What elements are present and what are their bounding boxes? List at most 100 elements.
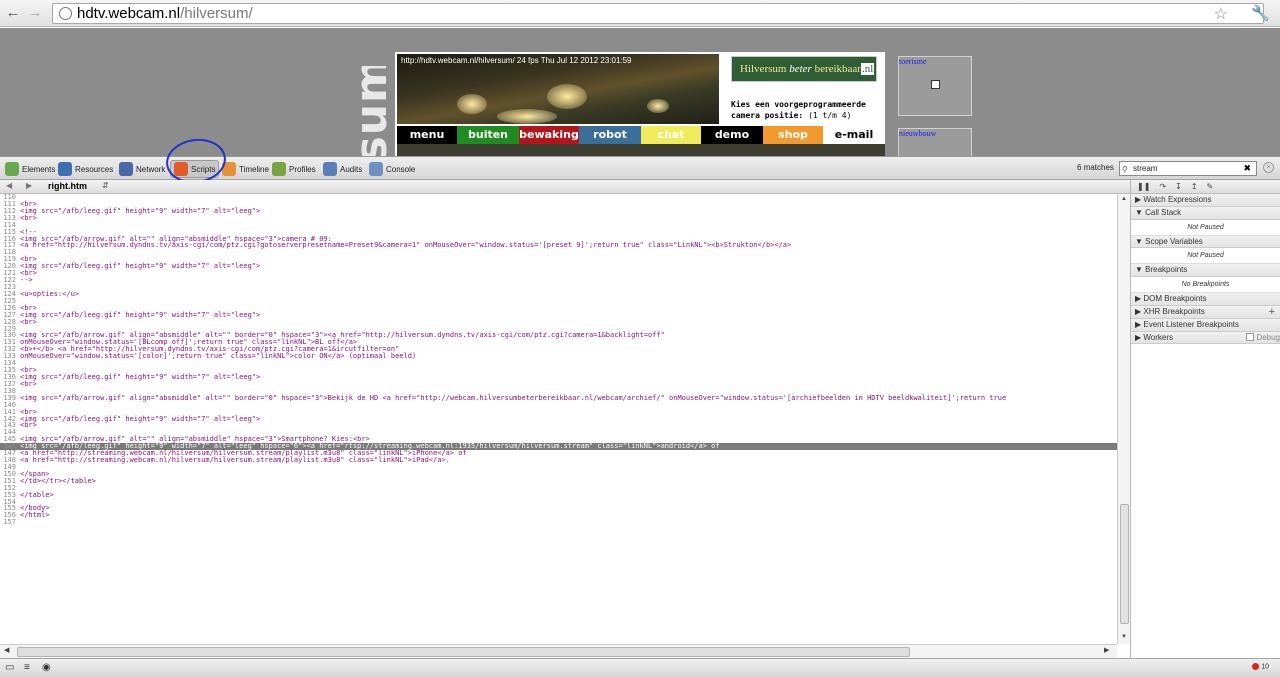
code-line[interactable]: 137 <br>: [0, 380, 1117, 388]
code-line[interactable]: 153 </table>: [0, 491, 1117, 499]
vertical-scrollbar[interactable]: ▲ ▼: [1117, 194, 1130, 644]
code-line[interactable]: 112 <img src="/afb/leeg.gif" height="9" w…: [0, 206, 1117, 215]
step-over-icon[interactable]: ↷: [1159, 182, 1166, 191]
tab-audits[interactable]: Audits: [323, 160, 362, 178]
code-line[interactable]: 156 </html>: [0, 512, 1117, 519]
call-stack-status: Not Paused: [1131, 220, 1280, 236]
scroll-thumb-horizontal[interactable]: [17, 647, 910, 657]
search-input[interactable]: stream: [1133, 164, 1157, 173]
pause-on-exceptions-icon[interactable]: ◉: [42, 662, 51, 673]
webcam-image[interactable]: http://hdtv.webcam.nl/hilversum/ 24 fps …: [397, 54, 719, 124]
code-line[interactable]: 110: [0, 194, 1117, 201]
code-line[interactable]: 118: [0, 249, 1117, 256]
code-line[interactable]: 125: [0, 297, 1117, 305]
menu-item-7[interactable]: e-mail: [823, 126, 885, 144]
address-bar[interactable]: hdtv.webcam.nl/hilversum/: [52, 3, 1264, 24]
menu-item-4[interactable]: chat: [641, 126, 701, 144]
site-title-vertical: ersum: [346, 66, 390, 156]
toerisme-box[interactable]: toerisme: [898, 56, 972, 116]
close-devtools-icon[interactable]: ✕: [1263, 162, 1274, 173]
workers-section[interactable]: ▶ Workers Debug: [1131, 331, 1280, 345]
line-number[interactable]: 157: [0, 519, 20, 526]
code-line[interactable]: 142 <img src="/afb/leeg.gif" height="9" w…: [0, 414, 1117, 423]
code-line[interactable]: 127 <img src="/afb/leeg.gif" height="9" w…: [0, 310, 1117, 319]
step-into-icon[interactable]: ↧: [1175, 182, 1182, 191]
code-text: <img src="/afb/leeg.gif" height="9" widt…: [20, 414, 261, 423]
watch-expressions-section[interactable]: ▶ Watch Expressions: [1131, 194, 1280, 207]
back-arrow-icon[interactable]: ◀: [6, 181, 12, 190]
nieuwbouw-box[interactable]: nieuwbouw: [898, 128, 972, 156]
code-line[interactable]: 151 </td></tr></table>: [0, 477, 1117, 485]
menu-item-5[interactable]: demo: [701, 126, 763, 144]
breakpoints-section[interactable]: ▼ Breakpoints: [1131, 264, 1280, 278]
error-count[interactable]: 10: [1252, 663, 1269, 670]
code-line[interactable]: 140: [0, 401, 1117, 409]
code-line[interactable]: 124 <u>opties:</u>: [0, 290, 1117, 298]
debug-checkbox[interactable]: Debug: [1246, 332, 1280, 345]
event-listener-breakpoints-section[interactable]: ▶ Event Listener Breakpoints: [1131, 318, 1280, 332]
code-line[interactable]: 152: [0, 484, 1117, 492]
wrench-menu-icon[interactable]: 🔧: [1251, 4, 1270, 22]
code-line[interactable]: 114: [0, 221, 1117, 229]
tab-console[interactable]: Console: [369, 160, 415, 178]
tab-elements[interactable]: Elements: [5, 160, 55, 178]
code-line[interactable]: 155 </body>: [0, 505, 1117, 512]
code-line[interactable]: 148 <a href="http://streaming.webcam.nl/h…: [0, 457, 1117, 464]
scope-variables-section[interactable]: ▼ Scope Variables: [1131, 235, 1280, 249]
code-line[interactable]: 122 -->: [0, 277, 1117, 284]
menu-item-1[interactable]: buiten: [457, 126, 519, 144]
scroll-right-icon[interactable]: ▶: [1104, 646, 1109, 654]
deactivate-breakpoints-icon[interactable]: ✎: [1207, 182, 1214, 191]
tab-resources[interactable]: Resources: [58, 160, 113, 178]
devtools-search-field[interactable]: ⚲ stream ✖: [1119, 161, 1257, 176]
add-xhr-breakpoint-icon[interactable]: +: [1269, 306, 1275, 319]
dock-icon[interactable]: ▭: [5, 662, 14, 673]
tab-network[interactable]: Network: [119, 160, 165, 178]
code-line[interactable]: 149: [0, 463, 1117, 471]
dom-breakpoints-section[interactable]: ▶ DOM Breakpoints: [1131, 293, 1280, 306]
tab-profiles[interactable]: Profiles: [272, 160, 316, 178]
browser-toolbar: ← → hdtv.webcam.nl/hilversum/ ☆ 🔧: [0, 0, 1280, 27]
menu-item-6[interactable]: shop: [763, 126, 823, 144]
forward-arrow-icon[interactable]: ▶: [26, 181, 32, 190]
menu-item-0[interactable]: menu: [397, 126, 457, 144]
elements-icon: [5, 162, 19, 176]
script-file-select[interactable]: right.htm: [48, 181, 87, 191]
source-code-view[interactable]: 110 111 <br> 112 <img src="/afb/leeg.gif" he…: [0, 194, 1117, 644]
code-line[interactable]: 113 <br>: [0, 214, 1117, 222]
code-line[interactable]: 123: [0, 284, 1117, 291]
hilversum-banner[interactable]: Hilversum beter bereikbaar.nl: [731, 56, 877, 82]
scroll-left-icon[interactable]: ◀: [4, 646, 9, 654]
scroll-down-icon[interactable]: ▼: [1121, 634, 1127, 640]
xhr-breakpoints-section[interactable]: ▶ XHR Breakpoints +: [1131, 305, 1280, 319]
clear-search-icon[interactable]: ✖: [1243, 162, 1251, 175]
code-line[interactable]: 121 <br>: [0, 270, 1117, 277]
step-out-icon[interactable]: ↥: [1191, 182, 1198, 191]
menu-item-2[interactable]: bewaking: [519, 126, 579, 144]
scroll-thumb[interactable]: [1120, 504, 1129, 624]
call-stack-section[interactable]: ▼ Call Stack: [1131, 206, 1280, 220]
horizontal-scrollbar[interactable]: ◀ ▶: [0, 644, 1117, 658]
back-button[interactable]: ←: [4, 4, 22, 22]
tab-timeline[interactable]: Timeline: [222, 160, 269, 178]
forward-button[interactable]: →: [26, 4, 44, 22]
chevron-down-icon[interactable]: ⇵: [102, 181, 109, 190]
console-toggle-icon[interactable]: ≡: [24, 662, 30, 673]
bookmark-star-icon[interactable]: ☆: [1214, 4, 1228, 24]
pause-icon[interactable]: ❚❚: [1137, 182, 1150, 191]
code-line[interactable]: 117 <a href="http://hilversum.dyndns.tv/a…: [0, 242, 1117, 249]
code-line[interactable]: 154: [0, 498, 1117, 506]
code-text: <img src="/afb/leeg.gif" height="9" widt…: [20, 206, 261, 215]
scroll-up-icon[interactable]: ▲: [1121, 196, 1127, 202]
code-line[interactable]: 134: [0, 360, 1117, 367]
code-line[interactable]: 157: [0, 519, 1117, 526]
code-line[interactable]: 139 <img src="/afb/arrow.gif" align="absm…: [0, 394, 1117, 402]
menu-item-3[interactable]: robot: [579, 126, 641, 144]
code-line[interactable]: 120 <img src="/afb/leeg.gif" height="9" w…: [0, 263, 1117, 270]
code-line[interactable]: 128 <br>: [0, 318, 1117, 326]
code-line[interactable]: 143 <br>: [0, 422, 1117, 429]
code-line[interactable]: 136 <img src="/afb/leeg.gif" height="9" w…: [0, 374, 1117, 381]
code-text: <img src="/afb/leeg.gif" height="9" widt…: [20, 310, 261, 319]
code-line[interactable]: 133 onMouseOver="window.status='[color]';…: [0, 353, 1117, 360]
code-line[interactable]: 150 </span>: [0, 470, 1117, 478]
